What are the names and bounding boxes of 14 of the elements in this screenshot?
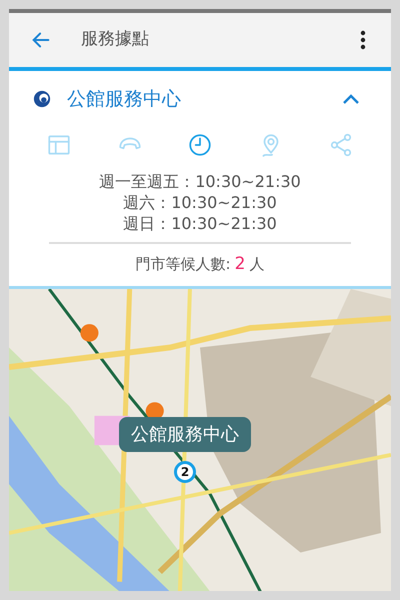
waiting-label: 門市等候人數:	[136, 254, 231, 275]
waiting-unit: 人	[249, 254, 264, 275]
opening-hours: 週日：10:30~21:30	[123, 213, 277, 234]
map-callout: 公館服務中心	[119, 416, 251, 452]
clock-icon	[187, 132, 213, 158]
store-name: 公館服務中心	[67, 86, 181, 112]
logo-icon	[33, 90, 51, 108]
opening-hours: 週一至週五：10:30~21:30	[99, 171, 301, 192]
more-icon	[360, 30, 366, 50]
share-icon	[328, 132, 354, 158]
chevron-icon	[342, 93, 360, 105]
waiting-count: 2	[234, 253, 246, 276]
opening-hours: 週六：10:30~21:30	[123, 192, 277, 213]
page-title: 服務據點	[81, 28, 149, 52]
